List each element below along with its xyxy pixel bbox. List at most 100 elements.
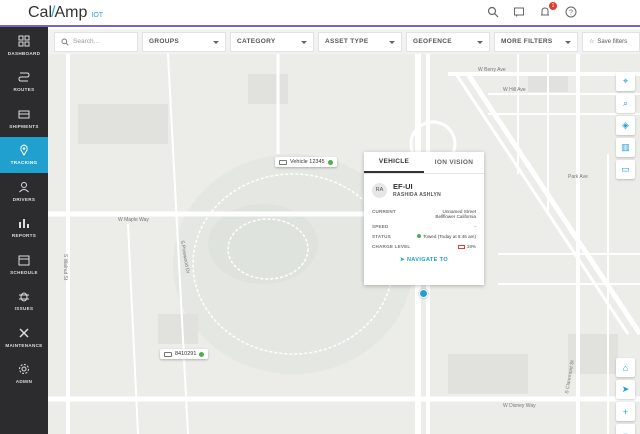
- sidebar-item-tracking[interactable]: TRACKING: [0, 136, 48, 173]
- schedule-icon: [18, 255, 30, 266]
- sidebar-item-shipments[interactable]: SHIPMENTS: [0, 100, 48, 137]
- zoom-in-button[interactable]: +: [616, 402, 635, 421]
- asset-header: RA EF-UI RASHIDA ASHLYN: [364, 174, 484, 198]
- logo-suffix: IOT: [91, 11, 104, 19]
- map-tools: ⌖ ⌕ ◈ ▥ ▭: [616, 72, 635, 179]
- tab-ion-vision[interactable]: ION VISION: [424, 152, 484, 173]
- chevron-down-icon: [477, 40, 483, 44]
- road-label: W Maple Way: [118, 217, 149, 223]
- sidebar-item-schedule[interactable]: SCHEDULE: [0, 246, 48, 283]
- navigation-icon[interactable]: ➤: [616, 380, 635, 399]
- sidebar-item-routes[interactable]: ROUTES: [0, 64, 48, 101]
- save-filters-label: Save filters: [597, 38, 628, 45]
- status-text: Towed (Today at 6:45 am): [423, 234, 476, 239]
- geofence-dropdown[interactable]: GEOFENCE: [406, 31, 490, 52]
- routes-icon: [18, 72, 30, 82]
- map-canvas[interactable]: W Berry Ave W Hill Ave W Maple Way W Dis…: [48, 54, 640, 434]
- svg-text:?: ?: [569, 10, 573, 17]
- speed-label: SPEED: [372, 224, 389, 229]
- category-dropdown[interactable]: CATEGORY: [230, 31, 314, 52]
- more-filters-label: MORE FILTERS: [501, 38, 553, 45]
- sidebar-item-label: ROUTES: [13, 87, 35, 93]
- vehicle-view-icon[interactable]: ▭: [616, 160, 635, 179]
- layers-icon[interactable]: ◈: [616, 116, 635, 135]
- sidebar-item-admin[interactable]: ADMIN: [0, 356, 48, 393]
- search-input[interactable]: Search...: [54, 31, 138, 52]
- geofence-label: GEOFENCE: [413, 38, 452, 45]
- charge-row: CHARGE LEVEL 19%: [372, 244, 476, 249]
- sidebar-item-label: DASHBOARD: [7, 50, 41, 56]
- vehicle-marker[interactable]: 8410291: [160, 349, 209, 359]
- charge-text: 19%: [466, 244, 476, 249]
- chat-icon[interactable]: [512, 6, 526, 20]
- logo-text-cal: Cal: [28, 3, 53, 21]
- status-dot: [327, 159, 333, 165]
- speed-value: -: [474, 224, 476, 229]
- popup-tabs: VEHICLE ION VISION: [364, 152, 484, 174]
- groups-dropdown[interactable]: GROUPS: [142, 31, 226, 52]
- search-location-icon[interactable]: ⌕: [616, 94, 635, 113]
- current-row: CURRENT Unnamed Street Bellflower Califor…: [372, 209, 476, 219]
- status-row: STATUS Towed (Today at 6:45 am): [372, 234, 476, 239]
- reports-icon: [19, 219, 29, 229]
- current-label: CURRENT: [372, 209, 396, 214]
- tab-vehicle[interactable]: VEHICLE: [364, 152, 424, 173]
- calamp-logo[interactable]: Cal / Amp IOT: [28, 4, 103, 22]
- drivers-icon: [19, 181, 29, 193]
- sidebar-item-label: ADMIN: [15, 379, 33, 385]
- category-label: CATEGORY: [237, 38, 276, 45]
- asset-type-dropdown[interactable]: ASSET TYPE: [318, 31, 402, 52]
- save-filters-button[interactable]: ☆ Save filters: [582, 31, 640, 52]
- road-label: W Berry Ave: [478, 67, 506, 73]
- groups-label: GROUPS: [149, 38, 179, 45]
- chevron-down-icon: [389, 40, 395, 44]
- sidebar-item-label: SCHEDULE: [10, 269, 38, 275]
- road-label: Park Ave: [568, 174, 588, 180]
- sidebar-item-label: MAINTENANCE: [5, 342, 43, 348]
- navigation-icon: ➤: [399, 257, 405, 263]
- sidebar-item-label: REPORTS: [11, 233, 37, 239]
- sidebar-item-dashboard[interactable]: DASHBOARD: [0, 27, 48, 64]
- driver-name: RASHIDA ASHLYN: [393, 192, 442, 198]
- navigate-label: NAVIGATE TO: [406, 257, 449, 263]
- sidebar-nav: DASHBOARD ROUTES SHIPMENTS TRACKING DRIV…: [0, 27, 48, 434]
- location-pin-icon[interactable]: ⌖: [616, 72, 635, 91]
- help-icon[interactable]: ?: [564, 6, 578, 20]
- current-value: Unnamed Street Bellflower California: [435, 209, 476, 219]
- navigate-to-button[interactable]: ➤ NAVIGATE TO: [364, 257, 484, 263]
- vehicle-label: 8410291: [175, 351, 197, 357]
- shipments-icon: [18, 110, 30, 119]
- sidebar-item-issues[interactable]: ISSUES: [0, 283, 48, 320]
- current-city: Bellflower California: [435, 214, 476, 219]
- admin-icon: [19, 364, 29, 375]
- logo-text-amp: Amp: [54, 3, 88, 21]
- issues-icon: [19, 292, 29, 302]
- notification-badge: 1: [549, 2, 557, 10]
- battery-icon: [457, 244, 465, 249]
- vehicle-marker[interactable]: Vehicle 12345: [275, 157, 337, 167]
- top-icons: 1 ?: [486, 2, 578, 20]
- sidebar-item-drivers[interactable]: DRIVERS: [0, 173, 48, 210]
- truck-icon: [279, 159, 287, 165]
- sidebar-item-label: TRACKING: [10, 160, 38, 166]
- selected-vehicle-marker[interactable]: [419, 289, 428, 298]
- home-icon[interactable]: ⌂: [616, 358, 635, 377]
- map-icon[interactable]: ▥: [616, 138, 635, 157]
- asset-details: CURRENT Unnamed Street Bellflower Califor…: [364, 198, 484, 249]
- sidebar-item-maintenance[interactable]: MAINTENANCE: [0, 319, 48, 356]
- search-icon: [61, 38, 69, 46]
- zoom-out-button[interactable]: −: [616, 424, 635, 434]
- tracking-icon: [20, 144, 28, 157]
- status-dot: [199, 351, 205, 357]
- filter-bar: Search... GROUPS CATEGORY ASSET TYPE GEO…: [48, 29, 640, 54]
- speed-row: SPEED -: [372, 224, 476, 229]
- more-filters-dropdown[interactable]: MORE FILTERS: [494, 31, 578, 52]
- road-label: W Disney Way: [503, 403, 536, 409]
- search-icon[interactable]: [486, 6, 500, 20]
- dashboard-icon: [18, 35, 30, 47]
- bell-icon[interactable]: 1: [538, 2, 557, 20]
- sidebar-item-reports[interactable]: REPORTS: [0, 210, 48, 247]
- map-controls: ⌂ ➤ + −: [616, 358, 635, 434]
- charge-value: 19%: [457, 244, 476, 249]
- asset-name: EF-UI: [393, 182, 413, 191]
